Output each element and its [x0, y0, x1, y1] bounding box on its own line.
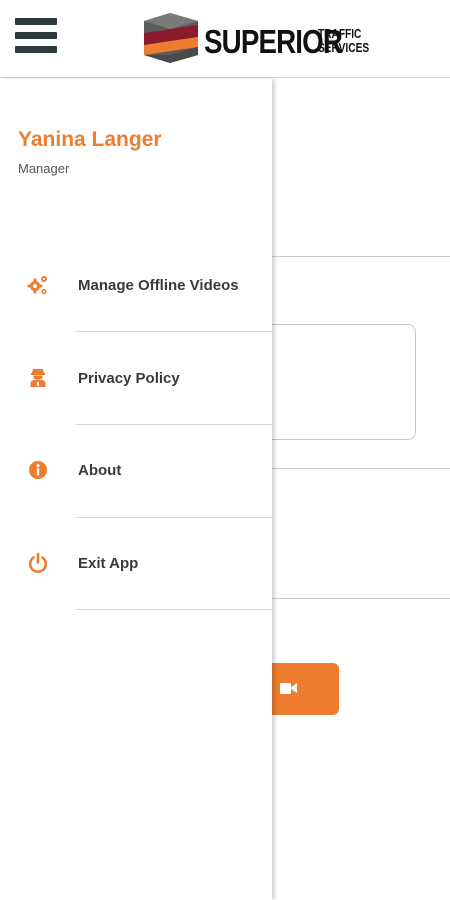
- background-divider: [272, 468, 450, 469]
- navigation-drawer: Yanina Langer Manager Manage Offline Vid…: [0, 79, 272, 900]
- superior-traffic-logo: SUPERIOR TRAFFIC SERVICES: [140, 13, 370, 63]
- menu-item-label: About: [78, 462, 122, 479]
- background-divider: [272, 598, 450, 599]
- menu-item-exit-app[interactable]: Exit App: [0, 518, 272, 610]
- logo-mark-icon: [144, 13, 198, 63]
- menu-divider: [76, 609, 272, 610]
- app-header: SUPERIOR TRAFFIC SERVICES: [0, 0, 450, 78]
- privacy-agent-icon: [30, 369, 46, 387]
- menu-item-privacy-policy[interactable]: Privacy Policy: [0, 332, 272, 424]
- menu-item-label: Privacy Policy: [78, 370, 180, 387]
- user-role: Manager: [18, 161, 70, 176]
- hamburger-menu-icon[interactable]: [15, 18, 57, 54]
- menu-item-label: Exit App: [78, 555, 139, 572]
- logo-subtitle: TRAFFIC SERVICES: [318, 26, 370, 55]
- menu-item-about[interactable]: About: [0, 425, 272, 517]
- menu-item-manage-offline-videos[interactable]: Manage Offline Videos: [0, 239, 272, 331]
- background-divider: [272, 256, 450, 257]
- info-icon: [29, 461, 47, 479]
- power-icon: [28, 552, 48, 573]
- user-name: Yanina Langer: [18, 128, 162, 151]
- menu-item-label: Manage Offline Videos: [78, 277, 239, 294]
- gears-icon: [27, 276, 47, 295]
